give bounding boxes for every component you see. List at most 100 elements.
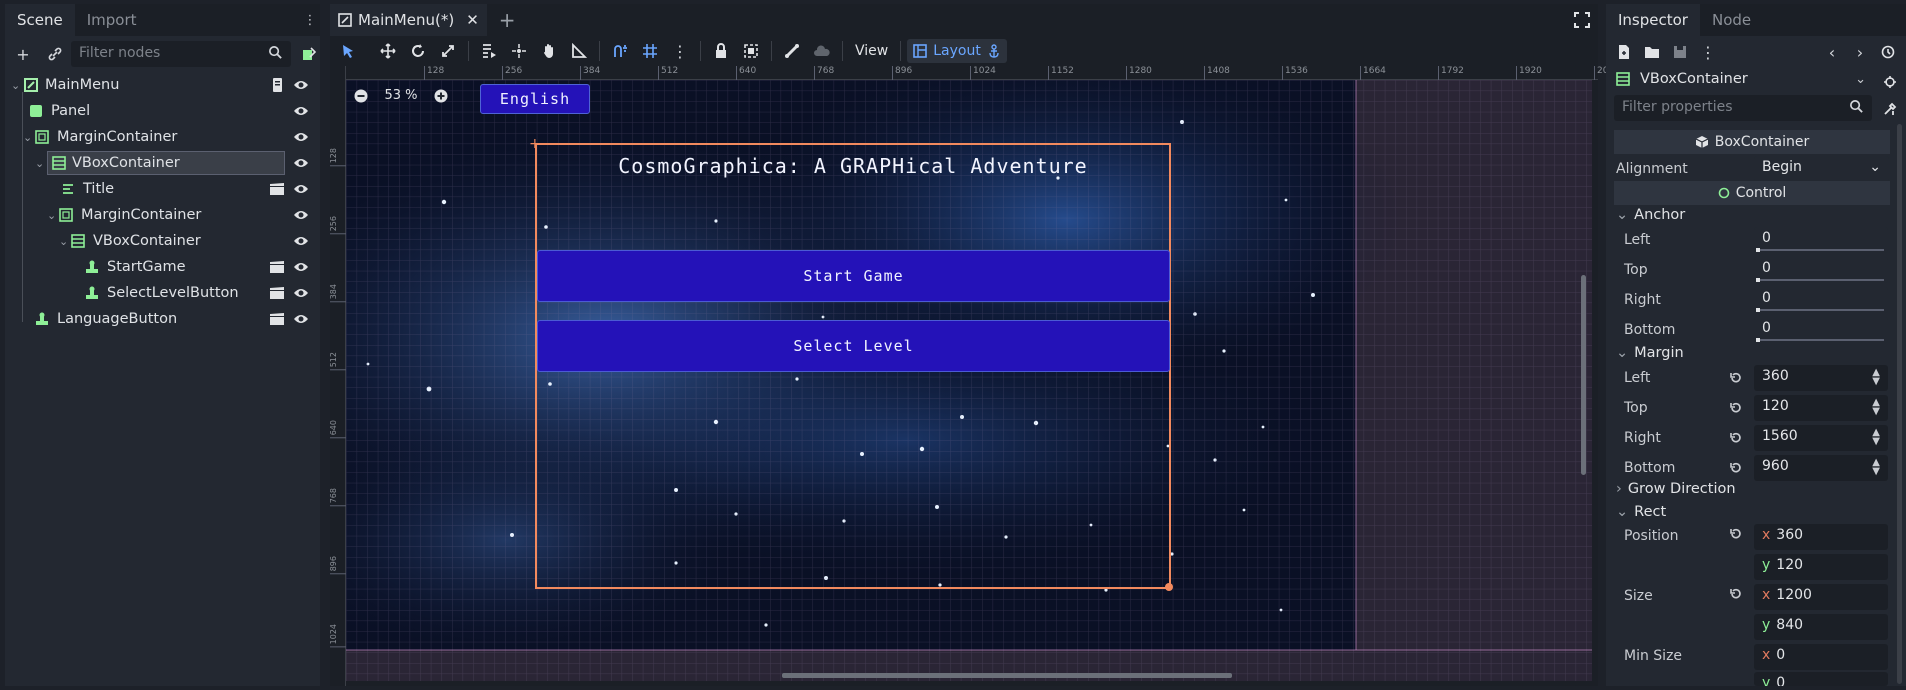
revert-icon[interactable]	[1729, 587, 1743, 601]
tree-item-selectlevelbutton[interactable]: SelectLevelButton	[5, 280, 315, 306]
rotate-tool-icon[interactable]	[404, 37, 432, 65]
object-properties-icon[interactable]	[1876, 68, 1904, 96]
pan-tool-icon[interactable]	[535, 37, 563, 65]
snap-options-icon[interactable]: ⋮	[666, 37, 694, 65]
margin-bottom-spinbox[interactable]: 960 ▲ ▼	[1754, 455, 1888, 481]
slider-grabber[interactable]	[1756, 338, 1760, 342]
visibility-eye-icon[interactable]	[293, 209, 309, 221]
scale-tool-icon[interactable]	[434, 37, 462, 65]
collapse-arrow-icon[interactable]: ⌄	[35, 157, 47, 170]
lock-icon[interactable]	[707, 37, 735, 65]
cloud-icon[interactable]	[808, 37, 836, 65]
section-control[interactable]: Control	[1614, 181, 1890, 205]
smart-snap-icon[interactable]	[606, 37, 634, 65]
layout-menu[interactable]: Layout	[907, 39, 1007, 63]
tree-item-panel[interactable]: Panel	[5, 98, 315, 124]
revert-icon[interactable]	[1729, 371, 1743, 385]
save-icon[interactable]	[1666, 38, 1694, 66]
tree-item-vboxcontainer-2[interactable]: ⌄ VBoxContainer	[5, 228, 315, 254]
min-size-x-field[interactable]: x0	[1754, 644, 1888, 670]
revert-icon[interactable]	[1729, 401, 1743, 415]
tree-item-startgame[interactable]: StartGame	[5, 254, 315, 280]
spin-arrows-icon[interactable]: ▲ ▼	[1872, 368, 1880, 388]
tools-icon[interactable]	[1876, 95, 1904, 123]
clapperboard-icon[interactable]	[269, 312, 285, 326]
group-anchor[interactable]: ⌄ Anchor	[1616, 204, 1685, 226]
group-rect[interactable]: ⌄ Rect	[1616, 501, 1666, 523]
margin-top-spinbox[interactable]: 120 ▲ ▼	[1754, 395, 1888, 421]
tree-item-languagebutton[interactable]: LanguageButton	[5, 306, 315, 332]
tab-scene[interactable]: Scene	[5, 4, 75, 36]
revert-icon[interactable]	[1729, 527, 1743, 541]
group-icon[interactable]	[737, 37, 765, 65]
select-tool-icon[interactable]	[334, 37, 362, 65]
open-folder-icon[interactable]	[1638, 38, 1666, 66]
tree-item-vboxcontainer[interactable]: ⌄ VBoxContainer	[5, 150, 315, 176]
revert-icon[interactable]	[1729, 461, 1743, 475]
new-resource-icon[interactable]	[1610, 38, 1638, 66]
pivot-tool-icon[interactable]	[505, 37, 533, 65]
spin-arrows-icon[interactable]: ▲ ▼	[1872, 428, 1880, 448]
node-type-selector[interactable]: VBoxContainer ⌄	[1610, 66, 1870, 92]
list-select-icon[interactable]	[475, 37, 503, 65]
history-back-icon[interactable]: ‹	[1818, 38, 1846, 66]
margin-right-spinbox[interactable]: 1560 ▲ ▼	[1754, 425, 1888, 451]
horizontal-scrollbar[interactable]	[782, 673, 1232, 678]
zoom-in-icon[interactable]	[434, 89, 448, 103]
script-icon[interactable]	[271, 77, 285, 93]
history-icon[interactable]	[1874, 38, 1902, 66]
scene-script-icon[interactable]	[295, 40, 323, 68]
group-margin[interactable]: ⌄ Margin	[1616, 342, 1684, 364]
position-y-field[interactable]: y 120	[1754, 554, 1888, 580]
tree-item-mainmenu[interactable]: ⌄ MainMenu	[5, 72, 315, 98]
select-level-button[interactable]: Select Level	[537, 320, 1170, 372]
add-node-icon[interactable]: +	[9, 40, 37, 68]
position-x-field[interactable]: x 360	[1754, 524, 1888, 550]
view-menu[interactable]: View	[849, 43, 894, 59]
margin-left-spinbox[interactable]: 360 ▲ ▼	[1754, 365, 1888, 391]
filter-properties-input[interactable]: Filter properties	[1614, 95, 1872, 121]
slider-grabber[interactable]	[1756, 278, 1760, 282]
clapperboard-icon[interactable]	[269, 286, 285, 300]
group-grow-direction[interactable]: › Grow Direction	[1616, 478, 1736, 500]
visibility-eye-icon[interactable]	[293, 183, 309, 195]
more-options-icon[interactable]: ⋮	[1694, 38, 1722, 66]
inspector-scrollbar[interactable]	[1897, 124, 1902, 684]
visibility-eye-icon[interactable]	[293, 261, 309, 273]
collapse-arrow-icon[interactable]: ⌄	[11, 79, 23, 92]
filter-nodes-input[interactable]: Filter nodes	[71, 41, 291, 67]
visibility-eye-icon[interactable]	[293, 313, 309, 325]
distraction-free-icon[interactable]	[1574, 4, 1590, 36]
dock-menu-icon[interactable]: ⋮	[300, 4, 320, 36]
tree-item-margincontainer[interactable]: ⌄ MarginContainer	[5, 124, 315, 150]
visibility-eye-icon[interactable]	[293, 79, 309, 91]
new-scene-tab-button[interactable]: +	[487, 4, 528, 36]
move-tool-icon[interactable]	[374, 37, 402, 65]
visibility-eye-icon[interactable]	[293, 131, 309, 143]
size-x-field[interactable]: x 1200	[1754, 584, 1888, 610]
tab-node[interactable]: Node	[1700, 4, 1763, 36]
visibility-eye-icon[interactable]	[293, 235, 309, 247]
spin-arrows-icon[interactable]: ▲ ▼	[1872, 398, 1880, 418]
tab-import[interactable]: Import	[75, 4, 149, 36]
tab-inspector[interactable]: Inspector	[1606, 4, 1700, 36]
tree-item-margincontainer-2[interactable]: ⌄ MarginContainer	[5, 202, 315, 228]
collapse-arrow-icon[interactable]: ⌄	[59, 235, 71, 248]
grid-snap-icon[interactable]	[636, 37, 664, 65]
min-size-y-field[interactable]: y0	[1754, 672, 1888, 686]
visibility-eye-icon[interactable]	[293, 157, 309, 169]
anchor-bottom-slider[interactable]: 0	[1754, 317, 1888, 343]
anchor-right-slider[interactable]: 0	[1754, 287, 1888, 313]
size-y-field[interactable]: y 840	[1754, 614, 1888, 640]
slider-grabber[interactable]	[1756, 308, 1760, 312]
tree-item-title[interactable]: Title	[5, 176, 315, 202]
close-tab-icon[interactable]: ✕	[466, 11, 479, 29]
start-game-button[interactable]: Start Game	[537, 250, 1170, 302]
zoom-out-icon[interactable]	[354, 89, 368, 103]
vertical-scrollbar[interactable]	[1581, 275, 1586, 475]
bone-icon[interactable]	[778, 37, 806, 65]
tab-mainmenu[interactable]: MainMenu(*) ✕	[330, 4, 487, 36]
alignment-dropdown[interactable]: Begin ⌄	[1754, 156, 1889, 182]
visibility-eye-icon[interactable]	[293, 105, 309, 117]
zoom-level[interactable]: 53 %	[380, 88, 422, 103]
